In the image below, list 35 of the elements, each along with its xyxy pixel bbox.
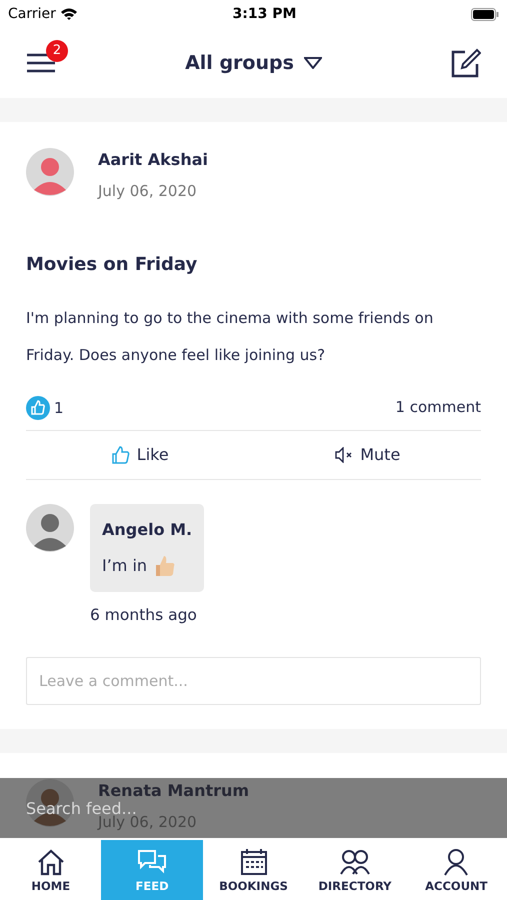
- comment-time: 6 months ago: [90, 604, 197, 626]
- wifi-icon: [60, 7, 78, 21]
- commenter-name: Angelo M.: [102, 518, 192, 540]
- comment-field[interactable]: Leave a comment...: [26, 656, 481, 706]
- group-dropdown[interactable]: All groups: [185, 48, 322, 78]
- thumbs-up-icon: [153, 554, 178, 578]
- post-date: July 06, 2020: [98, 181, 198, 202]
- compose-icon[interactable]: [451, 48, 481, 78]
- status-time: 3:13 PM: [232, 4, 298, 24]
- thumbs-up-icon: [110, 444, 131, 464]
- tab-button[interactable]: HOME: [0, 840, 102, 900]
- tab-button[interactable]: DIRECTORY: [304, 840, 406, 900]
- comment-text: I’m in: [102, 554, 148, 576]
- post-title: Movies on Friday: [26, 252, 198, 276]
- caret-icon: [304, 57, 322, 69]
- tab-button[interactable]: BOOKINGS: [202, 840, 304, 900]
- tab-button[interactable]: ACCOUNT: [406, 840, 507, 900]
- author-name: Renata Mantrum: [98, 780, 250, 802]
- mute-button[interactable]: Mute: [254, 430, 481, 478]
- muted-speaker-icon: [334, 446, 354, 462]
- notification-badge: 2: [46, 40, 68, 62]
- bookings-icon[interactable]: [238, 848, 269, 876]
- home-icon[interactable]: [36, 848, 66, 876]
- like-icon: [26, 396, 50, 420]
- author-name: Aarit Akshai: [98, 149, 208, 171]
- post-body: I'm planning to go to the cinema with some friends on Friday. Does anyone feel like joining us?: [26, 308, 434, 366]
- comment-count[interactable]: 1 comment: [395, 396, 481, 419]
- avatar-icon: [26, 148, 74, 196]
- avatar-icon: [26, 504, 74, 552]
- like-button[interactable]: Like: [26, 430, 254, 478]
- feed-icon[interactable]: [137, 848, 168, 876]
- like-count: 1: [54, 398, 64, 419]
- directory-icon[interactable]: [340, 848, 370, 876]
- battery-icon: [471, 8, 499, 20]
- carrier-name: Carrier: [8, 4, 56, 24]
